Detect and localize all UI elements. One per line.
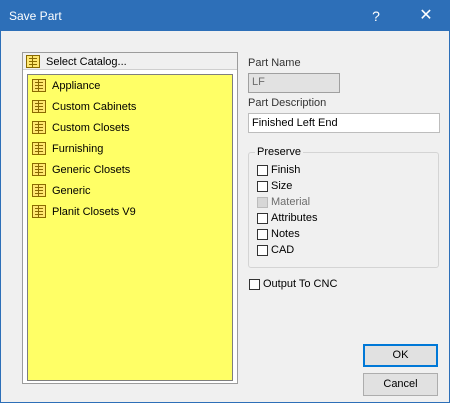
close-button[interactable]: ✕: [403, 1, 449, 31]
catalog-item-label: Generic Closets: [52, 164, 131, 176]
catalog-item-label: Planit Closets V9: [52, 206, 136, 218]
preserve-legend: Preserve: [255, 146, 304, 158]
help-button[interactable]: ?: [353, 1, 399, 31]
select-catalog-label: Select Catalog...: [46, 56, 127, 68]
catalog-item-label: Furnishing: [52, 143, 104, 155]
checkbox-box[interactable]: [257, 165, 268, 176]
checkbox-box[interactable]: [257, 229, 268, 240]
checkbox-label: Attributes: [271, 212, 318, 224]
checkbox-box[interactable]: [257, 245, 268, 256]
part-name-label: Part Name: [248, 57, 301, 69]
checkbox-label: Notes: [271, 228, 300, 240]
catalog-icon: [32, 79, 46, 92]
part-name-field[interactable]: LF: [248, 73, 340, 93]
catalog-tree-header[interactable]: Select Catalog...: [23, 53, 237, 70]
catalog-list[interactable]: Appliance Custom Cabinets Custom Closets…: [27, 74, 233, 381]
part-description-label: Part Description: [248, 97, 327, 109]
cancel-button[interactable]: Cancel: [363, 373, 438, 396]
catalog-item-label: Appliance: [52, 80, 101, 92]
catalog-icon: [32, 142, 46, 155]
checkbox-label: Output To CNC: [263, 278, 338, 290]
part-description-field[interactable]: Finished Left End: [248, 113, 440, 133]
window-title: Save Part: [9, 9, 62, 23]
ok-button[interactable]: OK: [363, 344, 438, 367]
checkbox-box: [257, 197, 268, 208]
checkbox-box[interactable]: [249, 279, 260, 290]
catalog-item-label: Custom Closets: [52, 122, 130, 134]
catalog-tree[interactable]: Select Catalog... Appliance Custom Cabin…: [22, 52, 238, 384]
checkbox-box[interactable]: [257, 181, 268, 192]
checkbox-label: Size: [271, 180, 293, 192]
checkbox-label: CAD: [271, 244, 295, 256]
catalog-item-label: Custom Cabinets: [52, 101, 137, 113]
catalog-icon: [26, 55, 40, 68]
catalog-item-label: Generic: [52, 185, 91, 197]
preserve-group: Preserve Finish Size Material Attributes…: [248, 146, 439, 268]
catalog-icon: [32, 205, 46, 218]
catalog-icon: [32, 163, 46, 176]
title-bar[interactable]: Save Part ? ✕: [1, 1, 449, 31]
catalog-icon: [32, 100, 46, 113]
checkbox-box[interactable]: [257, 213, 268, 224]
checkbox-label: Finish: [271, 164, 301, 176]
save-part-dialog: Save Part ? ✕ Select Catalog... Applianc…: [0, 0, 450, 403]
catalog-icon: [32, 121, 46, 134]
checkbox-label: Material: [271, 196, 311, 208]
catalog-icon: [32, 184, 46, 197]
